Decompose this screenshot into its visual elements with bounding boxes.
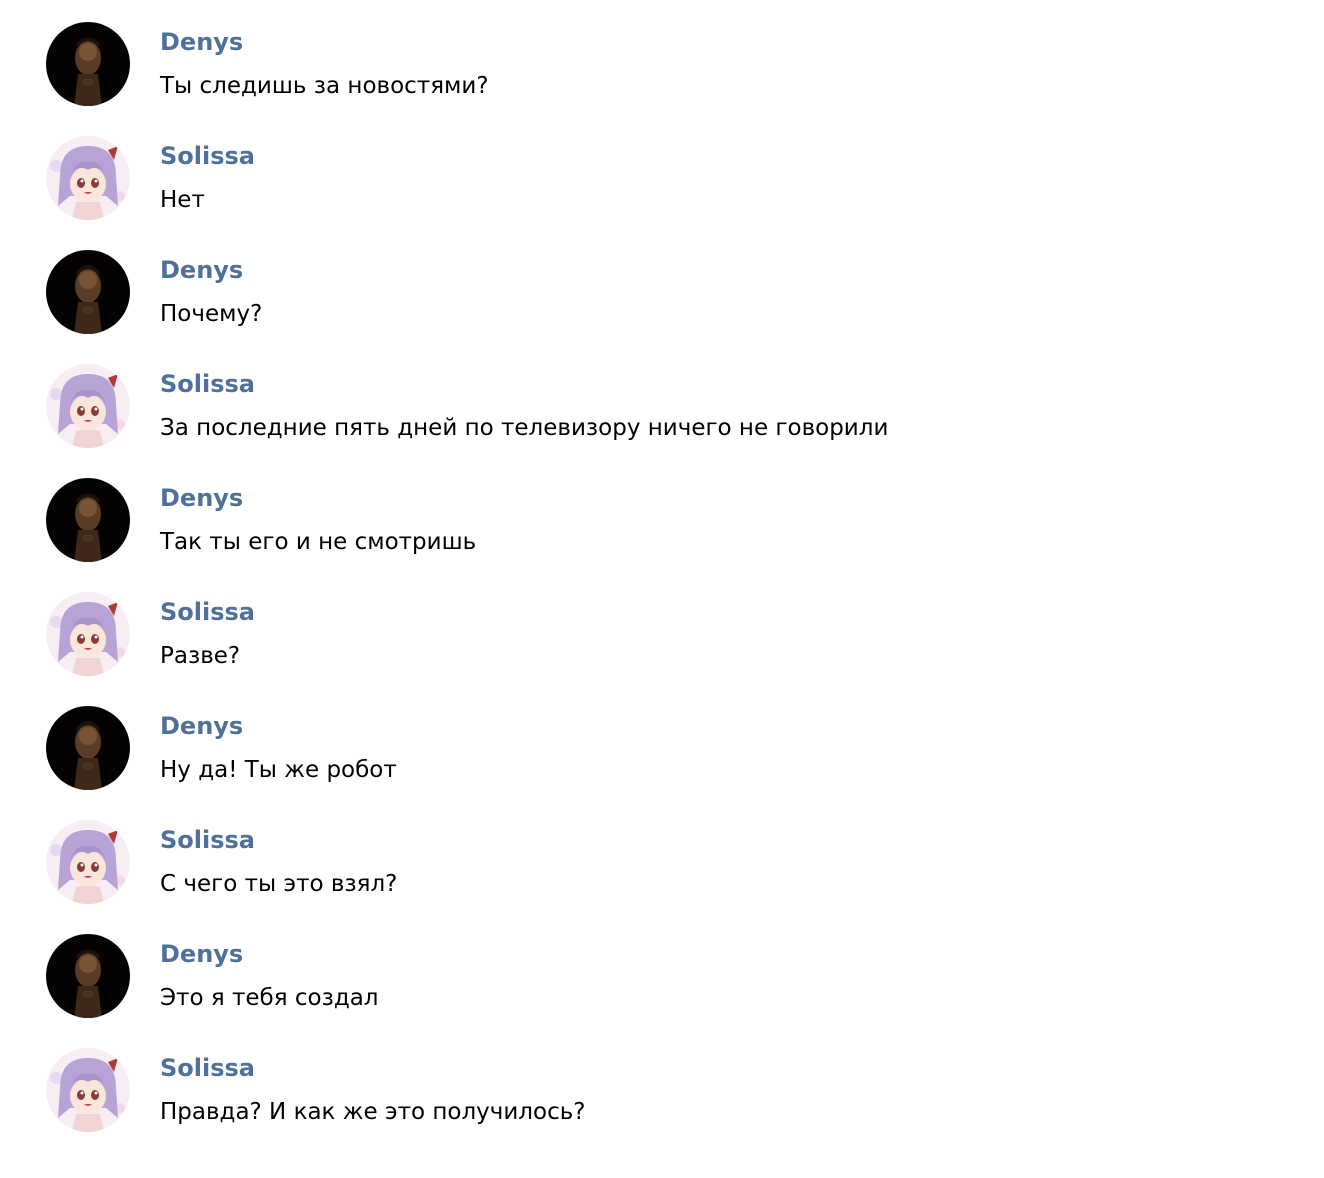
message-author[interactable]: Denys [160,255,243,285]
avatar[interactable] [46,820,130,904]
anime-girl-portrait-icon [46,820,130,904]
message-text: Разве? [160,643,241,669]
message-item: Solissa За последние пять дней по телеви… [0,342,1324,456]
avatar[interactable] [46,592,130,676]
man-portrait-icon [46,250,130,334]
message-author[interactable]: Denys [160,711,243,741]
anime-girl-portrait-icon [46,1048,130,1132]
message-author[interactable]: Solissa [160,825,255,855]
message-author[interactable]: Solissa [160,141,255,171]
man-portrait-icon [46,478,130,562]
avatar[interactable] [46,136,130,220]
message-item: Denys Так ты его и не смотришь [0,456,1324,570]
avatar[interactable] [46,478,130,562]
message-text: Это я тебя создал [160,985,379,1011]
man-portrait-icon [46,934,130,1018]
man-portrait-icon [46,706,130,790]
message-text: Правда? И как же это получилось? [160,1099,586,1125]
message-item: Solissa Нет [0,114,1324,228]
message-item: Denys Почему? [0,228,1324,342]
message-item: Denys Ну да! Ты же робот [0,684,1324,798]
message-item: Denys Это я тебя создал [0,912,1324,1026]
message-text: Так ты его и не смотришь [160,529,477,555]
message-item: Solissa С чего ты это взял? [0,798,1324,912]
message-author[interactable]: Denys [160,27,243,57]
message-item: Denys Ты следишь за новостями? [0,0,1324,114]
message-author[interactable]: Denys [160,939,243,969]
avatar[interactable] [46,706,130,790]
anime-girl-portrait-icon [46,364,130,448]
message-item: Solissa Правда? И как же это получилось? [0,1026,1324,1140]
message-author[interactable]: Solissa [160,597,255,627]
avatar[interactable] [46,1048,130,1132]
message-author[interactable]: Solissa [160,1053,255,1083]
message-author[interactable]: Denys [160,483,243,513]
message-text: Почему? [160,301,263,327]
man-portrait-icon [46,22,130,106]
chat-message-list: Denys Ты следишь за новостями? Solissa Н… [0,0,1324,1178]
message-text: За последние пять дней по телевизору нич… [160,415,889,441]
avatar[interactable] [46,250,130,334]
avatar[interactable] [46,934,130,1018]
message-item: Solissa Разве? [0,570,1324,684]
anime-girl-portrait-icon [46,592,130,676]
anime-girl-portrait-icon [46,136,130,220]
message-text: Ты следишь за новостями? [160,73,489,99]
message-author[interactable]: Solissa [160,369,255,399]
avatar[interactable] [46,364,130,448]
avatar[interactable] [46,22,130,106]
message-text: Нет [160,187,205,213]
message-text: Ну да! Ты же робот [160,757,397,783]
message-text: С чего ты это взял? [160,871,398,897]
